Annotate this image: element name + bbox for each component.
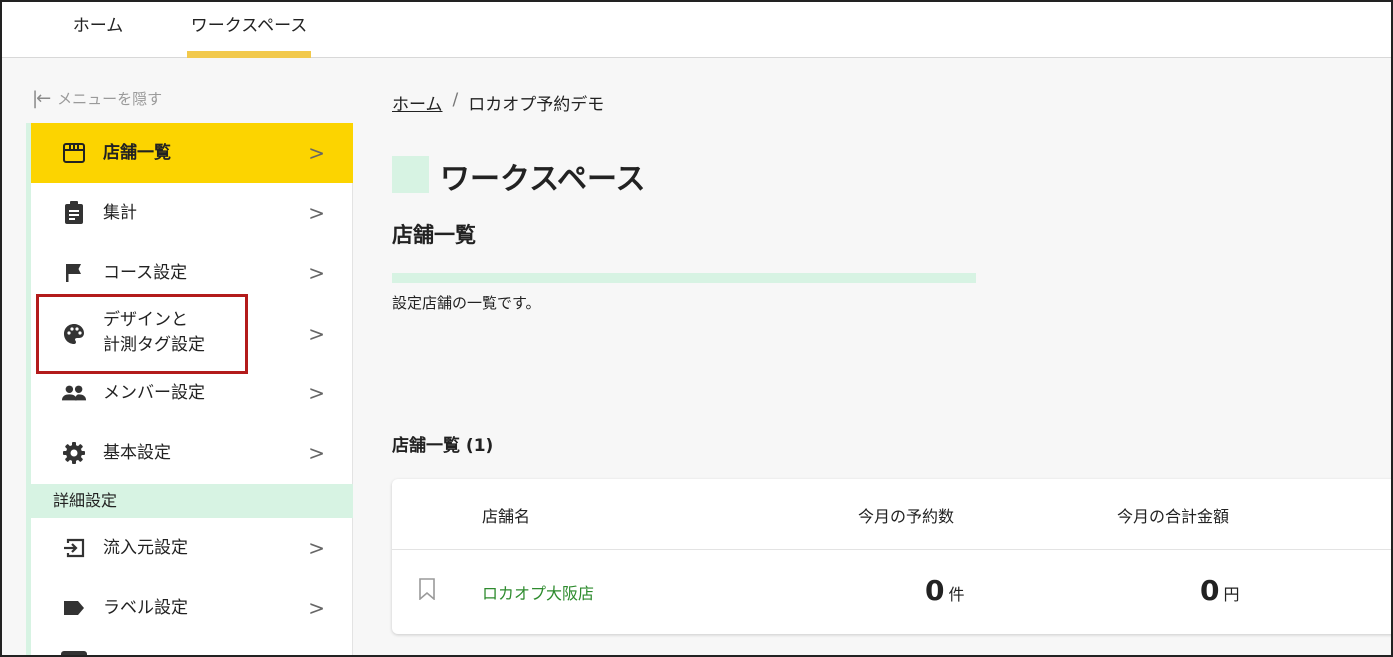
top-nav: ホーム ワークスペース (2, 2, 1391, 58)
sidebar-item-label-line2: 計測タグ設定 (103, 335, 205, 355)
chevron-right-icon: > (308, 596, 325, 620)
total-amount-unit: 円 (1223, 585, 1240, 604)
breadcrumb-home-link[interactable]: ホーム (392, 90, 443, 115)
sidebar-item-label: ラベル設定 (103, 597, 188, 618)
total-amount-value: 0 (1200, 574, 1220, 607)
section-underline (392, 273, 976, 283)
chevron-right-icon: > (308, 441, 325, 465)
section-description: 設定店舗の一覧です。 (392, 294, 541, 312)
sidebar: 店舗一覧 > 集計 > コース設定 > デザインと 計測タグ設定 > メンバー設… (26, 123, 353, 655)
sidebar-item-label: メンバー設定 (103, 382, 205, 403)
section-title: 店舗一覧 (392, 223, 476, 247)
sidebar-item-label-line1: デザインと (103, 310, 188, 330)
sidebar-item-design-tag[interactable]: デザインと 計測タグ設定 > (31, 303, 353, 365)
sidebar-item-members[interactable]: メンバー設定 > (31, 363, 353, 423)
page-title: ワークスペース (440, 162, 646, 197)
next-item-icon-partial (61, 651, 87, 655)
app-frame: ホーム ワークスペース |← メニューを隠す 店舗一覧 > 集計 > コース設定… (0, 0, 1393, 657)
column-header-amount: 今月の合計金額 (1117, 507, 1230, 526)
section-header-advanced: 詳細設定 (31, 484, 353, 518)
sidebar-item-labels[interactable]: ラベル設定 > (31, 578, 353, 638)
collapse-left-icon: |← (32, 88, 51, 109)
hide-menu-label: メニューを隠す (57, 90, 163, 108)
sidebar-item-summary[interactable]: 集計 > (31, 183, 353, 243)
tab-home[interactable]: ホーム (60, 2, 136, 58)
login-icon (61, 535, 87, 561)
store-list-title: 店舗一覧 (1) (392, 436, 494, 456)
sidebar-item-label: デザインと 計測タグ設定 (103, 308, 205, 358)
total-amount: 0 円 (1200, 574, 1240, 607)
chevron-right-icon: > (308, 201, 325, 225)
store-table: 店舗名 今月の予約数 今月の合計金額 ロカオプ大阪店 0 件 0 円 (392, 479, 1391, 634)
label-icon (61, 595, 87, 621)
sidebar-item-label: コース設定 (103, 262, 188, 283)
chevron-right-icon: > (308, 381, 325, 405)
sidebar-item-label: 基本設定 (103, 442, 171, 463)
sidebar-item-traffic-source[interactable]: 流入元設定 > (31, 518, 353, 578)
sidebar-item-label: 流入元設定 (103, 537, 188, 558)
hide-menu-button[interactable]: |← メニューを隠す (32, 88, 162, 109)
chevron-right-icon: > (308, 536, 325, 560)
chevron-right-icon: > (308, 141, 325, 165)
sidebar-item-label: 店舗一覧 (103, 142, 171, 163)
palette-icon (61, 321, 87, 347)
chevron-right-icon: > (308, 261, 325, 285)
breadcrumb-current: ロカオプ予約デモ (468, 95, 605, 115)
clipboard-icon (61, 200, 87, 226)
people-icon (61, 380, 87, 406)
column-header-reservations: 今月の予約数 (858, 507, 955, 526)
column-header-name: 店舗名 (482, 507, 531, 526)
sidebar-item-stores[interactable]: 店舗一覧 > (31, 123, 353, 183)
gear-icon (61, 440, 87, 466)
breadcrumb: ホーム / ロカオプ予約デモ (392, 90, 604, 115)
flag-icon (61, 260, 87, 286)
breadcrumb-separator: / (452, 90, 459, 110)
sidebar-item-basic-settings[interactable]: 基本設定 > (31, 423, 353, 483)
header-divider (392, 549, 1391, 550)
chevron-right-icon: > (308, 322, 325, 346)
sidebar-item-label: 集計 (103, 202, 137, 223)
tab-workspace[interactable]: ワークスペース (187, 2, 311, 58)
reservation-count-unit: 件 (948, 585, 965, 604)
sidebar-item-course[interactable]: コース設定 > (31, 243, 353, 303)
title-accent-block (392, 156, 429, 193)
reservation-count: 0 件 (925, 574, 965, 607)
store-icon (61, 140, 87, 166)
reservation-count-value: 0 (925, 574, 945, 607)
bookmark-icon[interactable] (418, 578, 436, 600)
store-name-link[interactable]: ロカオプ大阪店 (482, 580, 594, 604)
